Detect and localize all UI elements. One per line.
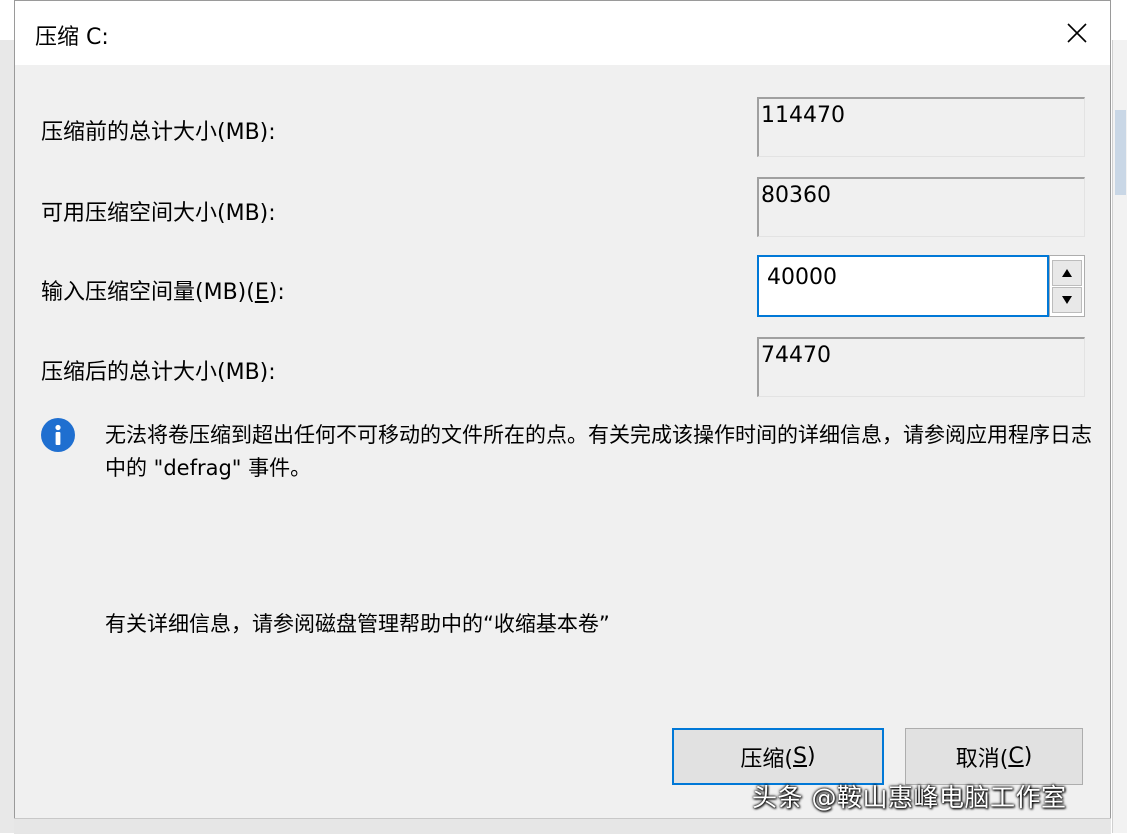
info-message: 无法将卷压缩到超出任何不可移动的文件所在的点。有关完成该操作时间的详细信息，请参… [105, 423, 1092, 480]
dialog-title: 压缩 C: [35, 25, 109, 50]
shrink-amount-access-key: E [254, 280, 269, 305]
background-scroll-segment [1115, 110, 1126, 195]
total-before-label: 压缩前的总计大小(MB): [41, 120, 276, 145]
shrink-dialog: 压缩 C: 压缩前的总计大小(MB): 114470 可用压缩空间大小(MB):… [14, 0, 1111, 830]
background-window-bottom-edge [14, 818, 1111, 834]
close-button[interactable] [1054, 11, 1100, 55]
help-reference-text: 有关详细信息，请参阅磁盘管理帮助中的“收缩基本卷” [105, 612, 610, 636]
shrink-amount-input[interactable]: 40000 [757, 255, 1049, 317]
spin-up-button[interactable] [1052, 260, 1082, 286]
total-after-label: 压缩后的总计大小(MB): [41, 360, 276, 385]
spin-buttons [1049, 255, 1085, 317]
shrink-amount-label: 输入压缩空间量(MB)(E): [41, 280, 285, 305]
shrink-button[interactable]: 压缩(S) [672, 728, 884, 785]
watermark-text: 头条 @鞍山惠峰电脑工作室 [752, 783, 1067, 812]
close-icon [1067, 23, 1087, 43]
cancel-button[interactable]: 取消(C) [905, 728, 1083, 785]
shrink-access-key: S [793, 744, 807, 769]
spin-down-button[interactable] [1052, 287, 1082, 313]
available-space-value: 80360 [757, 177, 1085, 237]
total-after-value: 74470 [757, 337, 1085, 397]
background-window-left-edge [0, 40, 15, 833]
total-before-value: 114470 [757, 97, 1085, 157]
info-icon [41, 418, 75, 452]
shrink-amount-spinbox: 40000 [757, 255, 1087, 319]
background-window-right-edge [1112, 40, 1127, 833]
title-bar: 压缩 C: [15, 1, 1110, 65]
triangle-down-icon [1062, 296, 1072, 304]
cancel-access-key: C [1008, 744, 1024, 769]
available-space-label: 可用压缩空间大小(MB): [41, 201, 276, 226]
triangle-up-icon [1062, 269, 1072, 277]
